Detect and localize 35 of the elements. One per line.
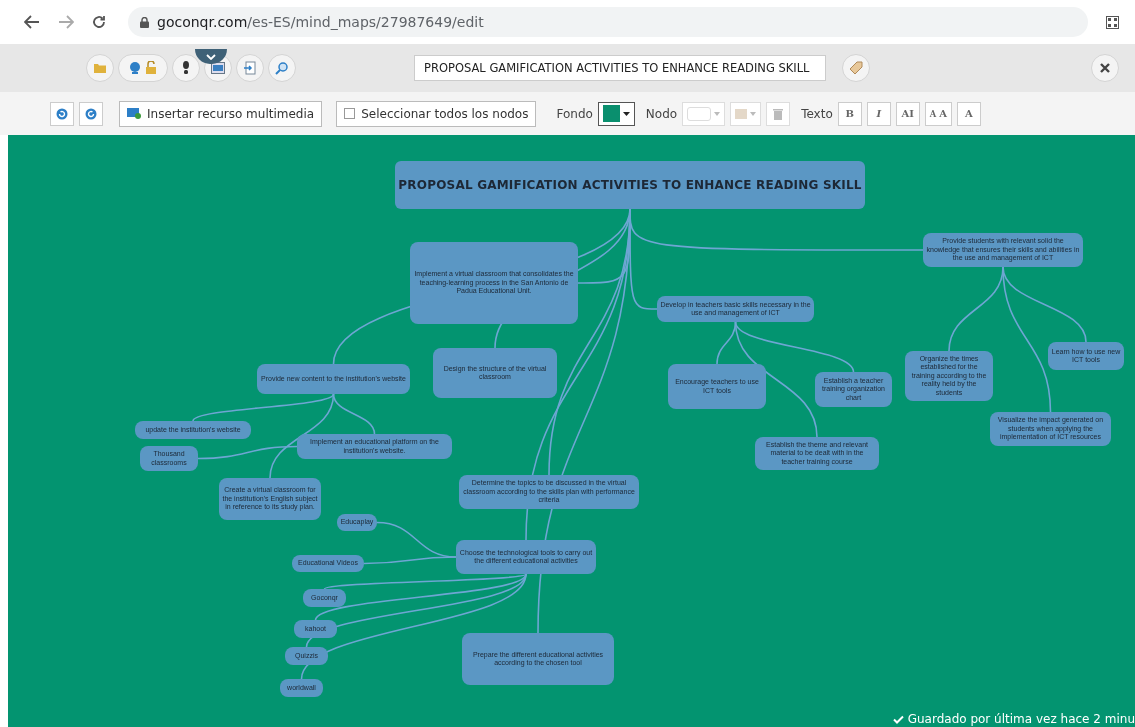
node-shape-dropdown[interactable]	[682, 101, 726, 126]
color-swatch-icon	[735, 108, 748, 119]
undo-icon[interactable]	[50, 101, 74, 126]
text-format-button[interactable]: I	[866, 101, 891, 126]
address-bar[interactable]: goconqr.com/es-ES/mind_maps/27987649/edit	[128, 7, 1088, 37]
save-status-text: Guardado por última vez hace 2 minu	[907, 712, 1135, 726]
qr-icon[interactable]	[1106, 15, 1119, 29]
text-format-button[interactable]: AI	[895, 101, 920, 126]
back-icon[interactable]	[24, 15, 40, 29]
image-icon	[127, 108, 141, 119]
check-icon	[892, 714, 904, 724]
mind-map-node[interactable]: PROPOSAL GAMIFICATION ACTIVITIES TO ENHANCE READING SKILL	[395, 161, 865, 209]
caret-icon	[750, 111, 757, 116]
color-picker[interactable]	[597, 101, 635, 126]
share-icon[interactable]	[118, 54, 168, 82]
export-icon[interactable]	[236, 54, 264, 82]
insert-media-button[interactable]: Insertar recurso multimedia	[119, 100, 323, 127]
forward-icon[interactable]	[58, 15, 74, 29]
reload-icon[interactable]	[92, 15, 106, 29]
search-icon[interactable]	[268, 54, 296, 82]
title-field[interactable]: PROPOSAL GAMIFICATION ACTIVITIES TO ENHANCE READING SKILL	[414, 55, 826, 81]
redo-icon[interactable]	[79, 101, 103, 126]
text-format-button[interactable]: B	[837, 101, 862, 126]
caret-icon	[622, 111, 630, 116]
lock-icon	[140, 16, 149, 28]
text-format-button[interactable]: A	[957, 101, 981, 126]
background-label: Fondo	[556, 106, 593, 121]
footprint-icon[interactable]	[172, 54, 200, 82]
close-icon[interactable]	[1091, 54, 1119, 82]
text-label: Texto	[801, 106, 833, 121]
tag-icon[interactable]	[842, 54, 870, 82]
select-all-checkbox[interactable]: Seleccionar todos los nodos	[336, 100, 537, 127]
node-color-dropdown[interactable]	[730, 101, 762, 126]
caret-icon	[714, 111, 721, 116]
node-label: Nodo	[645, 106, 678, 121]
